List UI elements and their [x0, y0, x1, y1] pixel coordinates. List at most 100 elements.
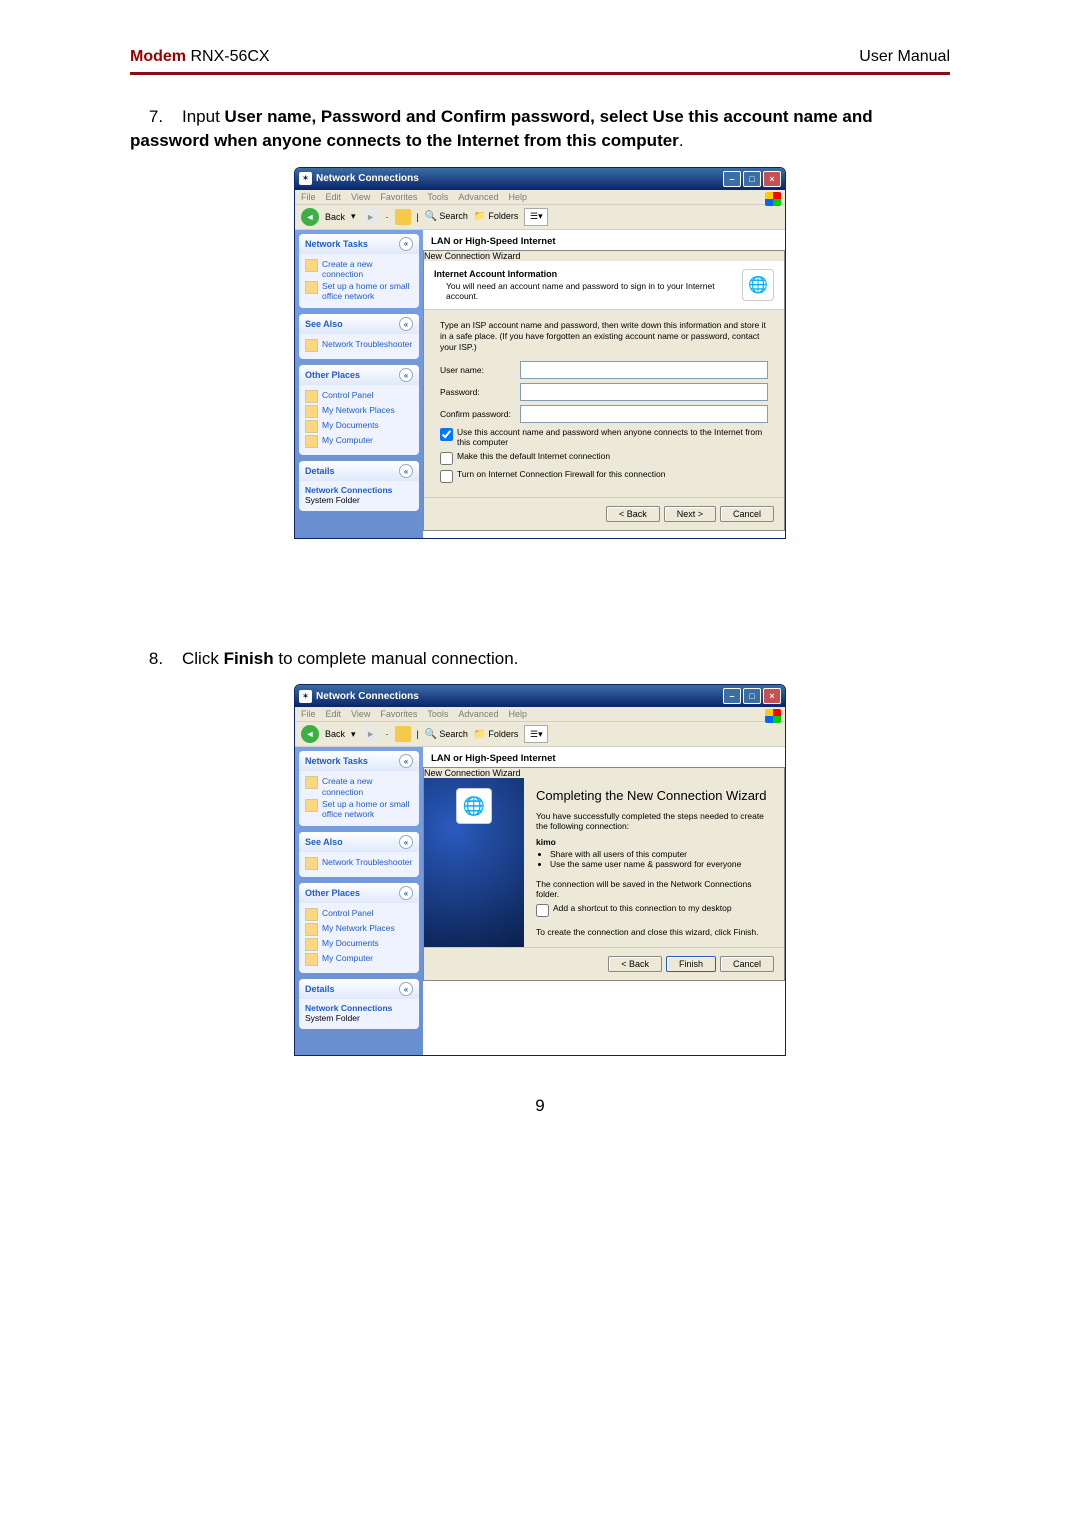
search-button[interactable]: Search	[425, 729, 468, 740]
manual-label: User Manual	[859, 48, 950, 66]
forward-button[interactable]: ►	[362, 725, 380, 743]
menu-edit[interactable]: Edit	[326, 709, 342, 719]
finish-button[interactable]: Finish	[666, 956, 716, 972]
collapse-icon[interactable]: «	[399, 464, 413, 478]
link-troubleshooter[interactable]: Network Troubleshooter	[305, 856, 413, 871]
minimize-button[interactable]: –	[723, 688, 741, 704]
menu-favorites[interactable]: Favorites	[380, 709, 417, 719]
menu-file[interactable]: File	[301, 192, 316, 202]
collapse-icon[interactable]: «	[399, 886, 413, 900]
confirm-password-input[interactable]	[520, 405, 768, 423]
username-input[interactable]	[520, 361, 768, 379]
see-also-header[interactable]: See Also	[305, 319, 343, 329]
places-icon	[305, 923, 318, 936]
forward-button[interactable]: ►	[362, 208, 380, 226]
folders-button[interactable]: Folders	[474, 729, 518, 740]
task-setup-network[interactable]: Set up a home or small office network	[305, 280, 413, 302]
link-my-network-places[interactable]: My Network Places	[305, 922, 413, 937]
controlpanel-icon	[305, 908, 318, 921]
link-control-panel[interactable]: Control Panel	[305, 907, 413, 922]
menu-help[interactable]: Help	[508, 192, 527, 202]
link-my-documents[interactable]: My Documents	[305, 419, 413, 434]
task-create-connection[interactable]: Create a new connection	[305, 775, 413, 797]
minimize-button[interactable]: –	[723, 171, 741, 187]
password-input[interactable]	[520, 383, 768, 401]
collapse-icon[interactable]: «	[399, 982, 413, 996]
wizard-dialog-a: New Connection Wizard Internet Account I…	[423, 250, 785, 531]
link-my-computer[interactable]: My Computer	[305, 434, 413, 449]
chk-use-account[interactable]	[440, 428, 453, 441]
network-tasks-header[interactable]: Network Tasks	[305, 756, 368, 766]
menu-advanced[interactable]: Advanced	[458, 192, 498, 202]
menu-bar: File Edit View Favorites Tools Advanced …	[295, 707, 785, 722]
up-button[interactable]	[395, 726, 411, 742]
menu-bar: File Edit View Favorites Tools Advanced …	[295, 190, 785, 205]
cancel-button[interactable]: Cancel	[720, 956, 774, 972]
menu-tools[interactable]: Tools	[427, 192, 448, 202]
collapse-icon[interactable]: «	[399, 835, 413, 849]
link-my-network-places[interactable]: My Network Places	[305, 404, 413, 419]
panel-other-places: Other Places « Control Panel My Network P…	[299, 365, 419, 455]
folders-button[interactable]: Folders	[474, 211, 518, 222]
menu-edit[interactable]: Edit	[326, 192, 342, 202]
back-button[interactable]: < Back	[608, 956, 662, 972]
collapse-icon[interactable]: «	[399, 317, 413, 331]
menu-view[interactable]: View	[351, 709, 370, 719]
panel-network-tasks: Network Tasks « Create a new connection S…	[299, 751, 419, 826]
details-header[interactable]: Details	[305, 466, 335, 476]
back-button[interactable]: < Back	[606, 506, 660, 522]
link-control-panel[interactable]: Control Panel	[305, 389, 413, 404]
up-button[interactable]	[395, 209, 411, 225]
other-places-header[interactable]: Other Places	[305, 370, 360, 380]
back-label[interactable]: Back	[325, 729, 345, 739]
titlebar[interactable]: ✶ Network Connections – □ ×	[295, 685, 785, 707]
collapse-icon[interactable]: «	[399, 754, 413, 768]
maximize-button[interactable]: □	[743, 688, 761, 704]
chk-firewall[interactable]	[440, 470, 453, 483]
step-8: 8. Click Finish to complete manual conne…	[130, 647, 950, 671]
documents-icon	[305, 420, 318, 433]
cancel-button[interactable]: Cancel	[720, 506, 774, 522]
chk-default-connection[interactable]	[440, 452, 453, 465]
search-button[interactable]: Search	[425, 211, 468, 222]
menu-file[interactable]: File	[301, 709, 316, 719]
back-label[interactable]: Back	[325, 212, 345, 222]
task-create-connection[interactable]: Create a new connection	[305, 258, 413, 280]
menu-favorites[interactable]: Favorites	[380, 192, 417, 202]
documents-icon	[305, 938, 318, 951]
chk-shortcut[interactable]	[536, 904, 549, 917]
app-icon: ✶	[299, 690, 312, 703]
chk-shortcut-label: Add a shortcut to this connection to my …	[553, 903, 732, 913]
back-button[interactable]: ◄	[301, 208, 319, 226]
close-button[interactable]: ×	[763, 171, 781, 187]
close-button[interactable]: ×	[763, 688, 781, 704]
link-my-documents[interactable]: My Documents	[305, 937, 413, 952]
menu-advanced[interactable]: Advanced	[458, 709, 498, 719]
windows-flag-icon	[765, 192, 781, 206]
menu-tools[interactable]: Tools	[427, 709, 448, 719]
menu-view[interactable]: View	[351, 192, 370, 202]
titlebar[interactable]: ✶ Network Connections – □ ×	[295, 168, 785, 190]
task-setup-network[interactable]: Set up a home or small office network	[305, 798, 413, 820]
collapse-icon[interactable]: «	[399, 368, 413, 382]
sidebar: Network Tasks « Create a new connection S…	[295, 747, 423, 1055]
details-title: Network Connections	[305, 1003, 413, 1013]
back-button[interactable]: ◄	[301, 725, 319, 743]
details-header[interactable]: Details	[305, 984, 335, 994]
next-button[interactable]: Next >	[664, 506, 716, 522]
maximize-button[interactable]: □	[743, 171, 761, 187]
details-sub: System Folder	[305, 1013, 413, 1023]
other-places-header[interactable]: Other Places	[305, 888, 360, 898]
menu-help[interactable]: Help	[508, 709, 527, 719]
network-tasks-header[interactable]: Network Tasks	[305, 239, 368, 249]
link-my-computer[interactable]: My Computer	[305, 952, 413, 967]
bullet-share: Share with all users of this computer	[550, 849, 772, 859]
views-button[interactable]: ☰▾	[524, 725, 548, 743]
header-rule	[130, 72, 950, 75]
link-troubleshooter[interactable]: Network Troubleshooter	[305, 338, 413, 353]
views-button[interactable]: ☰▾	[524, 208, 548, 226]
main-pane: LAN or High-Speed Internet New Connectio…	[423, 747, 785, 1055]
see-also-header[interactable]: See Also	[305, 837, 343, 847]
collapse-icon[interactable]: «	[399, 237, 413, 251]
chk-firewall-label: Turn on Internet Connection Firewall for…	[457, 469, 666, 479]
